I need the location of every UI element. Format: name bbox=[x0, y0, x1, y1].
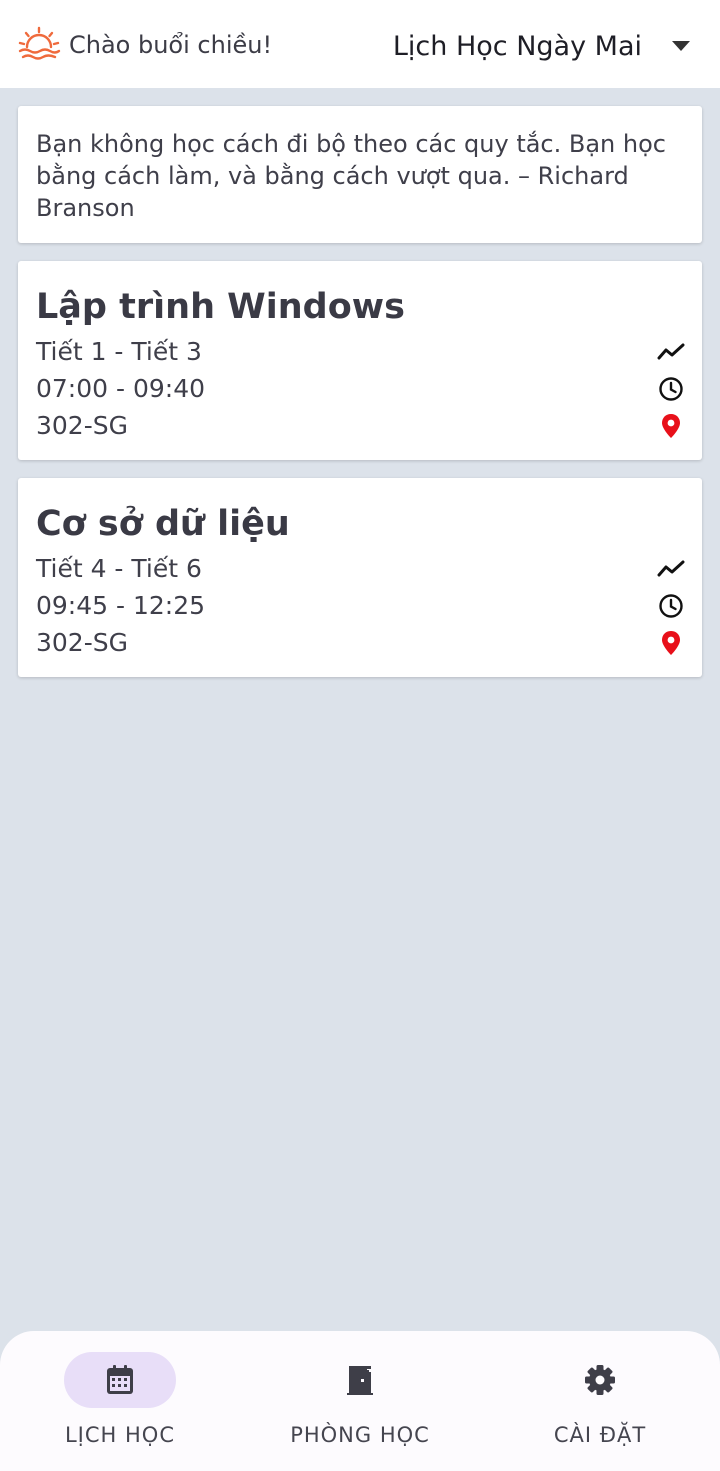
class-name: Lập trình Windows bbox=[36, 287, 405, 327]
class-card[interactable]: Cơ sở dữ liệu Tiết 4 - Tiết 6 09:45 - 12… bbox=[18, 478, 702, 677]
greeting-text: Chào buổi chiều! bbox=[69, 31, 273, 59]
class-periods: Tiết 4 - Tiết 6 bbox=[36, 554, 202, 583]
door-icon bbox=[347, 1366, 373, 1395]
nav-label: CÀI ĐẶT bbox=[553, 1423, 647, 1447]
gear-icon bbox=[585, 1365, 615, 1395]
nav-label: PHÒNG HỌC bbox=[290, 1423, 430, 1447]
location-pin-icon bbox=[656, 628, 686, 658]
trend-icon bbox=[656, 337, 686, 367]
schedule-day-dropdown[interactable]: Lịch Học Ngày Mai bbox=[393, 24, 690, 68]
clock-icon bbox=[656, 374, 686, 404]
nav-icon-container bbox=[544, 1352, 656, 1408]
quote-text: Bạn không học cách đi bộ theo các quy tắ… bbox=[36, 130, 666, 222]
location-pin-icon bbox=[656, 411, 686, 441]
class-time: 09:45 - 12:25 bbox=[36, 591, 206, 620]
nav-label: LỊCH HỌC bbox=[64, 1423, 175, 1447]
calendar-icon bbox=[107, 1365, 133, 1394]
trend-icon bbox=[656, 554, 686, 584]
class-periods: Tiết 1 - Tiết 3 bbox=[36, 337, 202, 366]
app-header: Chào buổi chiều! Lịch Học Ngày Mai bbox=[0, 0, 720, 88]
sunset-icon bbox=[18, 26, 61, 60]
greeting: Chào buổi chiều! bbox=[17, 25, 272, 65]
clock-icon bbox=[656, 591, 686, 621]
nav-item-classroom[interactable]: PHÒNG HỌC bbox=[240, 1331, 480, 1471]
nav-icon-container bbox=[304, 1352, 416, 1408]
schedule-day-selected: Lịch Học Ngày Mai bbox=[392, 30, 642, 62]
nav-active-indicator bbox=[64, 1352, 176, 1408]
class-room: 302-SG bbox=[36, 628, 128, 657]
quote-card: Bạn không học cách đi bộ theo các quy tắ… bbox=[18, 106, 702, 243]
class-card[interactable]: Lập trình Windows Tiết 1 - Tiết 3 07:00 … bbox=[18, 261, 702, 460]
class-time: 07:00 - 09:40 bbox=[36, 374, 206, 403]
nav-item-schedule[interactable]: LỊCH HỌC bbox=[0, 1331, 240, 1471]
bottom-navigation: LỊCH HỌC PHÒNG HỌC CÀI ĐẶT bbox=[0, 1331, 720, 1471]
class-name: Cơ sở dữ liệu bbox=[36, 504, 290, 544]
class-room: 302-SG bbox=[36, 411, 128, 440]
nav-item-settings[interactable]: CÀI ĐẶT bbox=[480, 1331, 720, 1471]
chevron-down-icon bbox=[672, 41, 690, 51]
